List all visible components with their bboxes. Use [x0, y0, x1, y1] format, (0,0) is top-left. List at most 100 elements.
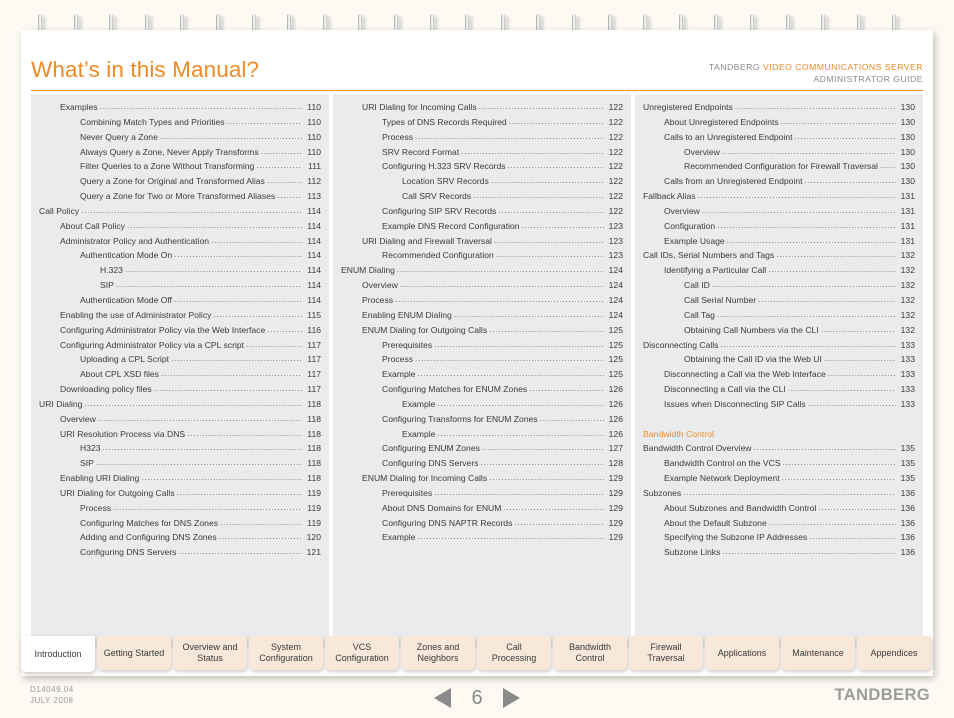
tab-zones-and-neighbors[interactable]: Zones and Neighbors — [401, 636, 475, 670]
tab-call-processing[interactable]: Call Processing — [477, 636, 551, 670]
toc-entry[interactable]: Configuring DNS Servers.................… — [39, 545, 321, 560]
toc-entry[interactable]: About Call Policy.......................… — [39, 219, 321, 234]
toc-entry[interactable]: Query a Zone for Original and Transforme… — [39, 174, 321, 189]
toc-entry[interactable]: Configuring Matches for DNS Zones.......… — [39, 516, 321, 531]
toc-entry[interactable]: About DNS Domains for ENUM..............… — [341, 501, 623, 516]
toc-entry[interactable]: Call Tag................................… — [643, 308, 915, 323]
toc-entry[interactable]: Call Serial Number......................… — [643, 293, 915, 308]
toc-entry[interactable]: Call IDs, Serial Numbers and Tags.......… — [643, 248, 915, 263]
toc-entry[interactable]: Recommended Configuration...............… — [341, 248, 623, 263]
toc-entry[interactable]: Prerequisites...........................… — [341, 486, 623, 501]
toc-entry[interactable]: Uploading a CPL Script..................… — [39, 352, 321, 367]
toc-entry[interactable]: Example Usage...........................… — [643, 234, 915, 249]
toc-entry[interactable]: URI Dialing and Firewall Traversal......… — [341, 234, 623, 249]
toc-entry[interactable]: Query a Zone for Two or More Transformed… — [39, 189, 321, 204]
toc-entry[interactable]: Configuring Administrator Policy via a C… — [39, 338, 321, 353]
tab-applications[interactable]: Applications — [705, 636, 779, 670]
toc-entry[interactable]: Administrator Policy and Authentication.… — [39, 234, 321, 249]
tab-overview-and-status[interactable]: Overview and Status — [173, 636, 247, 670]
toc-entry[interactable]: Configuring ENUM Zones..................… — [341, 441, 623, 456]
toc-entry[interactable]: Specifying the Subzone IP Addresses.....… — [643, 530, 915, 545]
toc-entry[interactable]: H323....................................… — [39, 441, 321, 456]
toc-entry[interactable]: Example DNS Record Configuration........… — [341, 219, 623, 234]
toc-entry[interactable]: Disconnecting a Call via the CLI........… — [643, 382, 915, 397]
toc-entry[interactable]: Example.................................… — [341, 427, 623, 442]
toc-entry[interactable]: Enabling ENUM Dialing...................… — [341, 308, 623, 323]
toc-entry[interactable]: SIP.....................................… — [39, 456, 321, 471]
toc-entry[interactable]: Subzone Links...........................… — [643, 545, 915, 560]
toc-entry[interactable]: Adding and Configuring DNS Zones........… — [39, 530, 321, 545]
toc-entry[interactable]: Example Network Deployment..............… — [643, 471, 915, 486]
toc-entry[interactable]: Fallback Alias..........................… — [643, 189, 915, 204]
toc-entry[interactable]: SIP.....................................… — [39, 278, 321, 293]
toc-entry[interactable]: Overview................................… — [39, 412, 321, 427]
toc-entry[interactable]: Prerequisites...........................… — [341, 338, 623, 353]
toc-entry[interactable]: ENUM Dialing for Outgoing Calls.........… — [341, 323, 623, 338]
toc-entry[interactable]: Call ID.................................… — [643, 278, 915, 293]
toc-entry[interactable]: Enabling URI Dialing....................… — [39, 471, 321, 486]
toc-entry[interactable]: Always Query a Zone, Never Apply Transfo… — [39, 145, 321, 160]
toc-entry[interactable]: URI Dialing for Incoming Calls..........… — [341, 100, 623, 115]
toc-entry[interactable]: Enabling the use of Administrator Policy… — [39, 308, 321, 323]
tab-maintenance[interactable]: Maintenance — [781, 636, 855, 670]
toc-entry[interactable]: Calls to an Unregistered Endpoint.......… — [643, 130, 915, 145]
toc-entry[interactable]: Example.................................… — [341, 367, 623, 382]
toc-entry[interactable]: About the Default Subzone...............… — [643, 516, 915, 531]
chapter-tab-bar[interactable]: Introduction Getting Started Overview and … — [21, 636, 933, 672]
toc-entry[interactable]: Identifying a Particular Call...........… — [643, 263, 915, 278]
toc-entry[interactable]: URI Dialing.............................… — [39, 397, 321, 412]
toc-entry[interactable]: Call SRV Records........................… — [341, 189, 623, 204]
tab-system-configuration[interactable]: System Configuration — [249, 636, 323, 670]
toc-entry[interactable]: About Subzones and Bandwidth Control....… — [643, 501, 915, 516]
toc-entry[interactable]: Bandwidth Control Overview..............… — [643, 441, 915, 456]
toc-entry[interactable]: Types of DNS Records Required...........… — [341, 115, 623, 130]
arrow-left-icon[interactable] — [434, 688, 452, 708]
toc-entry[interactable]: Configuration...........................… — [643, 219, 915, 234]
toc-entry[interactable]: URI Dialing for Outgoing Calls..........… — [39, 486, 321, 501]
toc-entry[interactable]: About CPL XSD files.....................… — [39, 367, 321, 382]
toc-entry[interactable]: Disconnecting a Call via the Web Interfa… — [643, 367, 915, 382]
toc-entry[interactable]: ENUM Dialing............................… — [341, 263, 623, 278]
toc-entry[interactable]: Authentication Mode Off.................… — [39, 293, 321, 308]
toc-entry[interactable]: Obtaining Call Numbers via the CLI......… — [643, 323, 915, 338]
toc-entry[interactable]: Unregistered Endpoints..................… — [643, 100, 915, 115]
toc-entry[interactable]: Subzones................................… — [643, 486, 915, 501]
toc-entry[interactable]: Never Query a Zone......................… — [39, 130, 321, 145]
toc-entry[interactable]: Call Policy.............................… — [39, 204, 321, 219]
toc-entry[interactable]: Location SRV Records....................… — [341, 174, 623, 189]
toc-entry[interactable]: Configuring DNS Servers.................… — [341, 456, 623, 471]
toc-entry[interactable]: Obtaining the Call ID via the Web UI....… — [643, 352, 915, 367]
toc-entry[interactable]: Example.................................… — [341, 397, 623, 412]
toc-entry[interactable]: Downloading policy files................… — [39, 382, 321, 397]
toc-entry[interactable]: Bandwidth Control on the VCS............… — [643, 456, 915, 471]
tab-getting-started[interactable]: Getting Started — [97, 636, 171, 670]
arrow-right-icon[interactable] — [502, 688, 520, 708]
toc-entry[interactable]: Process.................................… — [341, 352, 623, 367]
toc-entry[interactable]: Filter Queries to a Zone Without Transfo… — [39, 159, 321, 174]
toc-entry[interactable]: Configuring Transforms for ENUM Zones...… — [341, 412, 623, 427]
toc-entry[interactable]: Configuring H.323 SRV Records...........… — [341, 159, 623, 174]
toc-entry[interactable]: Process.................................… — [39, 501, 321, 516]
toc-entry[interactable]: Process.................................… — [341, 293, 623, 308]
toc-entry[interactable]: Example.................................… — [341, 530, 623, 545]
toc-entry[interactable]: Configuring Administrator Policy via the… — [39, 323, 321, 338]
toc-entry[interactable]: ENUM Dialing for Incoming Calls.........… — [341, 471, 623, 486]
toc-entry[interactable]: URI Resolution Process via DNS..........… — [39, 427, 321, 442]
tab-introduction[interactable]: Introduction — [21, 636, 95, 672]
toc-entry[interactable]: Overview................................… — [341, 278, 623, 293]
toc-entry[interactable]: Configuring SIP SRV Records.............… — [341, 204, 623, 219]
toc-entry[interactable]: Process.................................… — [341, 130, 623, 145]
toc-entry[interactable]: H.323...................................… — [39, 263, 321, 278]
toc-entry[interactable]: Overview................................… — [643, 145, 915, 160]
toc-entry[interactable]: SRV Record Format.......................… — [341, 145, 623, 160]
toc-entry[interactable]: Authentication Mode On..................… — [39, 248, 321, 263]
tab-firewall-traversal[interactable]: Firewall Traversal — [629, 636, 703, 670]
tab-bandwidth-control[interactable]: Bandwidth Control — [553, 636, 627, 670]
toc-entry[interactable]: Overview................................… — [643, 204, 915, 219]
tab-appendices[interactable]: Appendices — [857, 636, 931, 670]
toc-entry[interactable]: Configuring DNS NAPTR Records...........… — [341, 516, 623, 531]
toc-entry[interactable]: Examples................................… — [39, 100, 321, 115]
toc-entry[interactable]: Recommended Configuration for Firewall T… — [643, 159, 915, 174]
toc-entry[interactable]: Combining Match Types and Priorities....… — [39, 115, 321, 130]
toc-entry[interactable]: Configuring Matches for ENUM Zones......… — [341, 382, 623, 397]
